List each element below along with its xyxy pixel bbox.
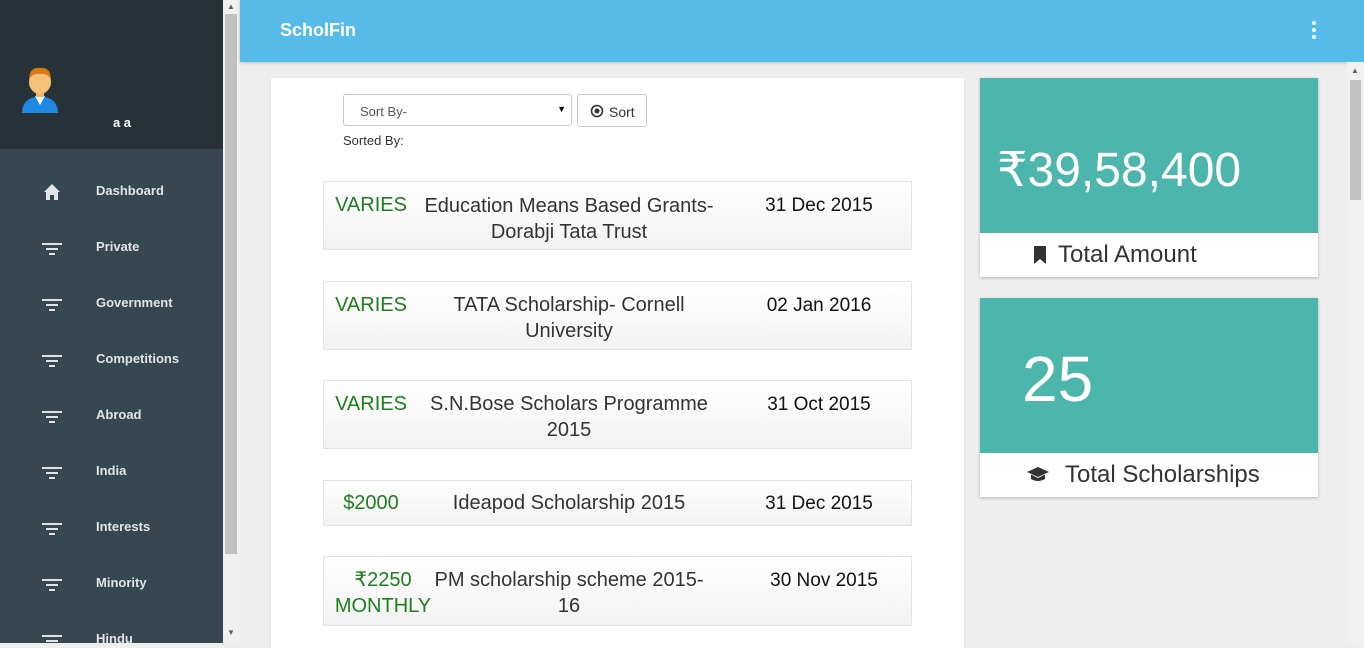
home-icon <box>44 184 60 200</box>
scholarship-name[interactable]: PM scholarship scheme 2015-16 <box>424 567 714 619</box>
top-app-bar: ScholFin <box>240 0 1364 62</box>
scholarship-name[interactable]: TATA Scholarship- Cornell University <box>424 292 714 344</box>
sidebar-item-label: Abroad <box>96 407 142 422</box>
sidebar-item-label: Competitions <box>96 351 180 366</box>
page-scrollbar[interactable]: ▲ <box>1347 62 1364 643</box>
scroll-up-arrow-icon[interactable]: ▲ <box>1351 66 1359 75</box>
total-amount-panel: ₹39,58,400 <box>980 78 1318 233</box>
scholarship-name[interactable]: Education Means Based Grants- Dorabji Ta… <box>424 193 714 245</box>
sidebar-item-private[interactable]: Private <box>0 220 223 276</box>
filter-icon <box>42 523 62 535</box>
total-amount-card: ₹39,58,400 Total Amount <box>980 78 1318 277</box>
app-title[interactable]: ScholFin <box>280 20 356 41</box>
filter-icon <box>42 635 62 642</box>
sidebar-item-minority[interactable]: Minority <box>0 556 223 612</box>
scholarship-row[interactable]: ₹2250 MONTHLY PM scholarship scheme 2015… <box>323 556 912 626</box>
filter-icon <box>42 579 62 591</box>
sidebar-item-competitions[interactable]: Competitions <box>0 332 223 388</box>
avatar[interactable] <box>19 65 61 113</box>
scholarship-row[interactable]: $2000 Ideapod Scholarship 2015 31 Dec 20… <box>323 480 912 526</box>
total-scholarships-card: 25 Total Scholarships <box>980 298 1318 497</box>
filter-icon <box>42 355 62 367</box>
scholarship-deadline: 30 Nov 2015 <box>770 570 878 591</box>
scholarship-amount: VARIES <box>335 194 407 216</box>
scholarship-deadline: 02 Jan 2016 <box>766 295 872 316</box>
sidebar-item-label: Minority <box>96 575 147 590</box>
filter-icon <box>42 243 62 255</box>
sidebar-item-hindu[interactable]: Hindu <box>0 612 223 643</box>
sidebar-item-label: Private <box>96 239 140 254</box>
scholarship-row[interactable]: VARIES S.N.Bose Scholars Programme 2015 … <box>323 380 912 449</box>
scholarship-deadline: 31 Oct 2015 <box>767 394 871 415</box>
sidebar-item-label: India <box>96 463 127 478</box>
filter-icon <box>42 467 62 479</box>
sidebar-item-label: Dashboard <box>96 183 164 198</box>
sidebar-item-label: Hindu <box>96 631 133 643</box>
graduation-cap-icon <box>1027 467 1049 481</box>
scroll-down-arrow-icon[interactable]: ▼ <box>227 628 235 637</box>
caret-down-icon: ▼ <box>557 104 566 114</box>
scholarship-amount: $2000 <box>343 492 399 514</box>
filter-icon <box>42 299 62 311</box>
sidebar-item-india[interactable]: India <box>0 444 223 500</box>
sort-button[interactable]: Sort <box>577 94 647 127</box>
total-scholarships-label: Total Scholarships <box>1065 461 1260 488</box>
total-scholarships-value: 25 <box>1022 343 1094 415</box>
profile-panel: a a <box>0 0 223 149</box>
scholarship-deadline: 31 Dec 2015 <box>765 493 873 514</box>
scholarship-amount: VARIES <box>335 393 407 415</box>
total-amount-value: ₹39,58,400 <box>997 144 1242 197</box>
filter-icon <box>42 411 62 423</box>
sidebar: a a Dashboard Private Government Competi… <box>0 0 223 643</box>
sidebar-item-government[interactable]: Government <box>0 276 223 332</box>
sidebar-item-label: Interests <box>96 519 151 534</box>
total-amount-label: Total Amount <box>1058 241 1197 268</box>
sidebar-item-interests[interactable]: Interests <box>0 500 223 556</box>
total-scholarships-panel: 25 <box>980 298 1318 453</box>
scholarship-name[interactable]: Ideapod Scholarship 2015 <box>424 490 714 516</box>
sidebar-item-abroad[interactable]: Abroad <box>0 388 223 444</box>
sidebar-scrollbar[interactable]: ▲ ▼ <box>223 0 240 643</box>
bookmark-icon <box>1034 246 1046 264</box>
sort-button-label: Sort <box>609 104 635 120</box>
total-amount-footer: Total Amount <box>980 233 1318 277</box>
radio-target-icon <box>590 104 604 118</box>
scholarship-amount: VARIES <box>335 294 407 316</box>
scrollbar-thumb[interactable] <box>1350 80 1361 200</box>
scholarship-row[interactable]: VARIES TATA Scholarship- Cornell Univers… <box>323 281 912 350</box>
sidebar-item-dashboard[interactable]: Dashboard <box>0 164 223 220</box>
sort-select[interactable]: Sort By- ▼ <box>343 94 572 126</box>
scholarship-deadline: 31 Dec 2015 <box>765 195 873 216</box>
scroll-up-arrow-icon[interactable]: ▲ <box>227 2 235 11</box>
total-scholarships-footer: Total Scholarships <box>980 453 1318 497</box>
sidebar-item-label: Government <box>96 295 173 310</box>
username: a a <box>112 115 132 130</box>
scrollbar-thumb[interactable] <box>225 14 237 554</box>
sort-select-value: Sort By- <box>360 104 407 119</box>
scholarship-row[interactable]: VARIES Education Means Based Grants- Dor… <box>323 181 912 250</box>
scholarship-name[interactable]: S.N.Bose Scholars Programme 2015 <box>424 391 714 443</box>
more-vert-icon[interactable] <box>1310 21 1318 41</box>
scholarship-list-card: Sort By- ▼ Sort Sorted By: VARIES Educat… <box>271 78 964 648</box>
sorted-by-label: Sorted By: <box>343 133 404 148</box>
